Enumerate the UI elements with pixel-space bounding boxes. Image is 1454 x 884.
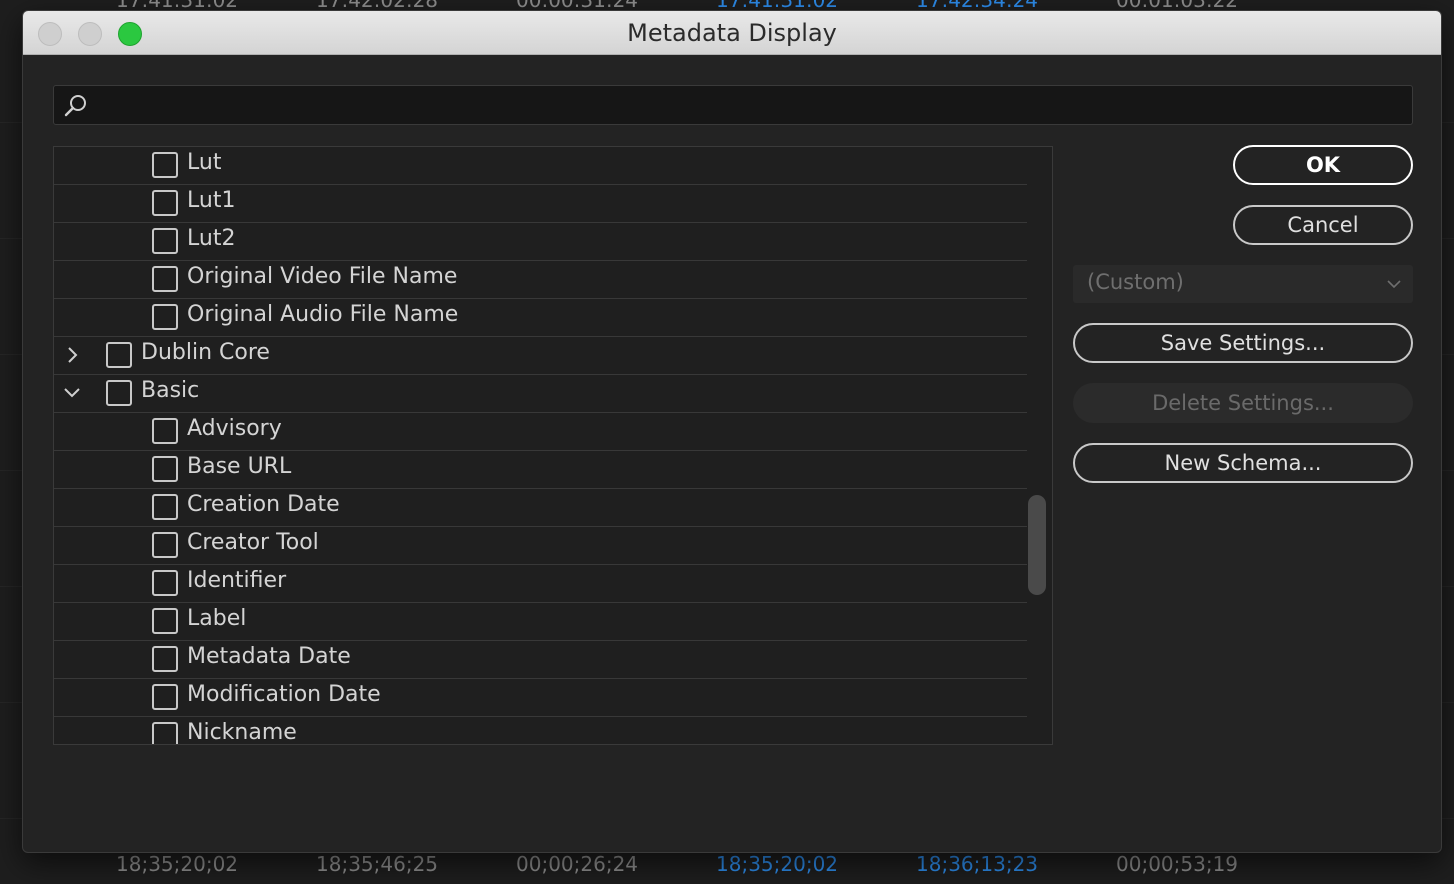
checkbox[interactable] [152,418,178,444]
tree-item-label: Nickname [187,720,297,745]
tree-item-row[interactable]: Nickname [54,717,1027,745]
chevron-down-icon [1387,280,1401,289]
checkbox[interactable] [106,342,132,368]
background-timecodes-bottom: 18;35;20;02 18;35;46;25 00;00;26;24 18;35;2… [0,852,1454,882]
checkbox[interactable] [106,380,132,406]
tree-item-row[interactable]: Metadata Date [54,641,1027,679]
tree-item-label: Dublin Core [141,340,270,365]
tree-item-row[interactable]: Lut1 [54,185,1027,223]
tree-item-label: Modification Date [187,682,381,707]
ok-button[interactable]: OK [1233,145,1413,185]
tree-item-label: Basic [141,378,200,403]
cancel-button[interactable]: Cancel [1233,205,1413,245]
tree-item-label: Lut [187,150,222,175]
checkbox[interactable] [152,190,178,216]
checkbox[interactable] [152,304,178,330]
tree-item-label: Identifier [187,568,287,593]
preset-dropdown[interactable]: (Custom) [1073,265,1413,303]
tree-item-label: Label [187,606,247,631]
background-timecode: 18;35;20;02 [716,852,839,876]
tree-item-label: Base URL [187,454,292,479]
tree-item-row[interactable]: Base URL [54,451,1027,489]
tree-item-row[interactable]: Identifier [54,565,1027,603]
search-box[interactable] [53,85,1413,125]
background-timecode: 00;00;26;24 [516,852,639,876]
tree-item-row[interactable]: Lut [54,147,1027,185]
tree-item-label: Advisory [187,416,282,441]
checkbox[interactable] [152,532,178,558]
checkbox[interactable] [152,494,178,520]
background-timecode: 18;36;13;23 [916,852,1039,876]
background-timecode: 18;35;46;25 [316,852,439,876]
background-timecode: 00;00;53;19 [1116,852,1239,876]
tree-item-row[interactable]: Creation Date [54,489,1027,527]
background-timecode: 18;35;20;02 [116,852,239,876]
checkbox[interactable] [152,570,178,596]
checkbox[interactable] [152,608,178,634]
chevron-down-icon[interactable] [62,383,82,403]
checkbox[interactable] [152,266,178,292]
title-bar: Metadata Display [23,11,1441,55]
tree-item-row[interactable]: Original Video File Name [54,261,1027,299]
tree-item-label: Lut1 [187,188,236,213]
checkbox[interactable] [152,722,178,744]
metadata-tree-list[interactable]: Lut Lut1 Lut2 Original Video File Name Origi… [53,146,1053,745]
checkbox[interactable] [152,684,178,710]
tree-item-label: Original Video File Name [187,264,458,289]
search-input[interactable] [98,90,1404,120]
tree-item-row[interactable]: Creator Tool [54,527,1027,565]
checkbox[interactable] [152,456,178,482]
list-scrollbar-thumb[interactable] [1028,495,1046,595]
tree-item-row[interactable]: Modification Date [54,679,1027,717]
tree-item-label: Original Audio File Name [187,302,459,327]
preset-dropdown-value: (Custom) [1087,270,1184,294]
tree-item-row[interactable]: Original Audio File Name [54,299,1027,337]
tree-group-row[interactable]: Basic [54,375,1027,413]
search-icon [64,95,86,117]
save-settings-button[interactable]: Save Settings... [1073,323,1413,363]
tree-item-row[interactable]: Lut2 [54,223,1027,261]
dialog-title: Metadata Display [627,19,837,47]
tree-group-row[interactable]: Dublin Core [54,337,1027,375]
checkbox[interactable] [152,646,178,672]
tree-item-label: Metadata Date [187,644,351,669]
new-schema-button[interactable]: New Schema... [1073,443,1413,483]
checkbox[interactable] [152,228,178,254]
chevron-right-icon[interactable] [62,345,82,365]
tree-item-row[interactable]: Advisory [54,413,1027,451]
tree-item-label: Creator Tool [187,530,319,555]
tree-item-label: Creation Date [187,492,340,517]
tree-item-label: Lut2 [187,226,236,251]
delete-settings-button[interactable]: Delete Settings... [1073,383,1413,423]
tree-item-row[interactable]: Label [54,603,1027,641]
metadata-display-dialog: Metadata Display Lut Lut1 Lut2 Original Vid… [22,10,1442,853]
checkbox[interactable] [152,152,178,178]
